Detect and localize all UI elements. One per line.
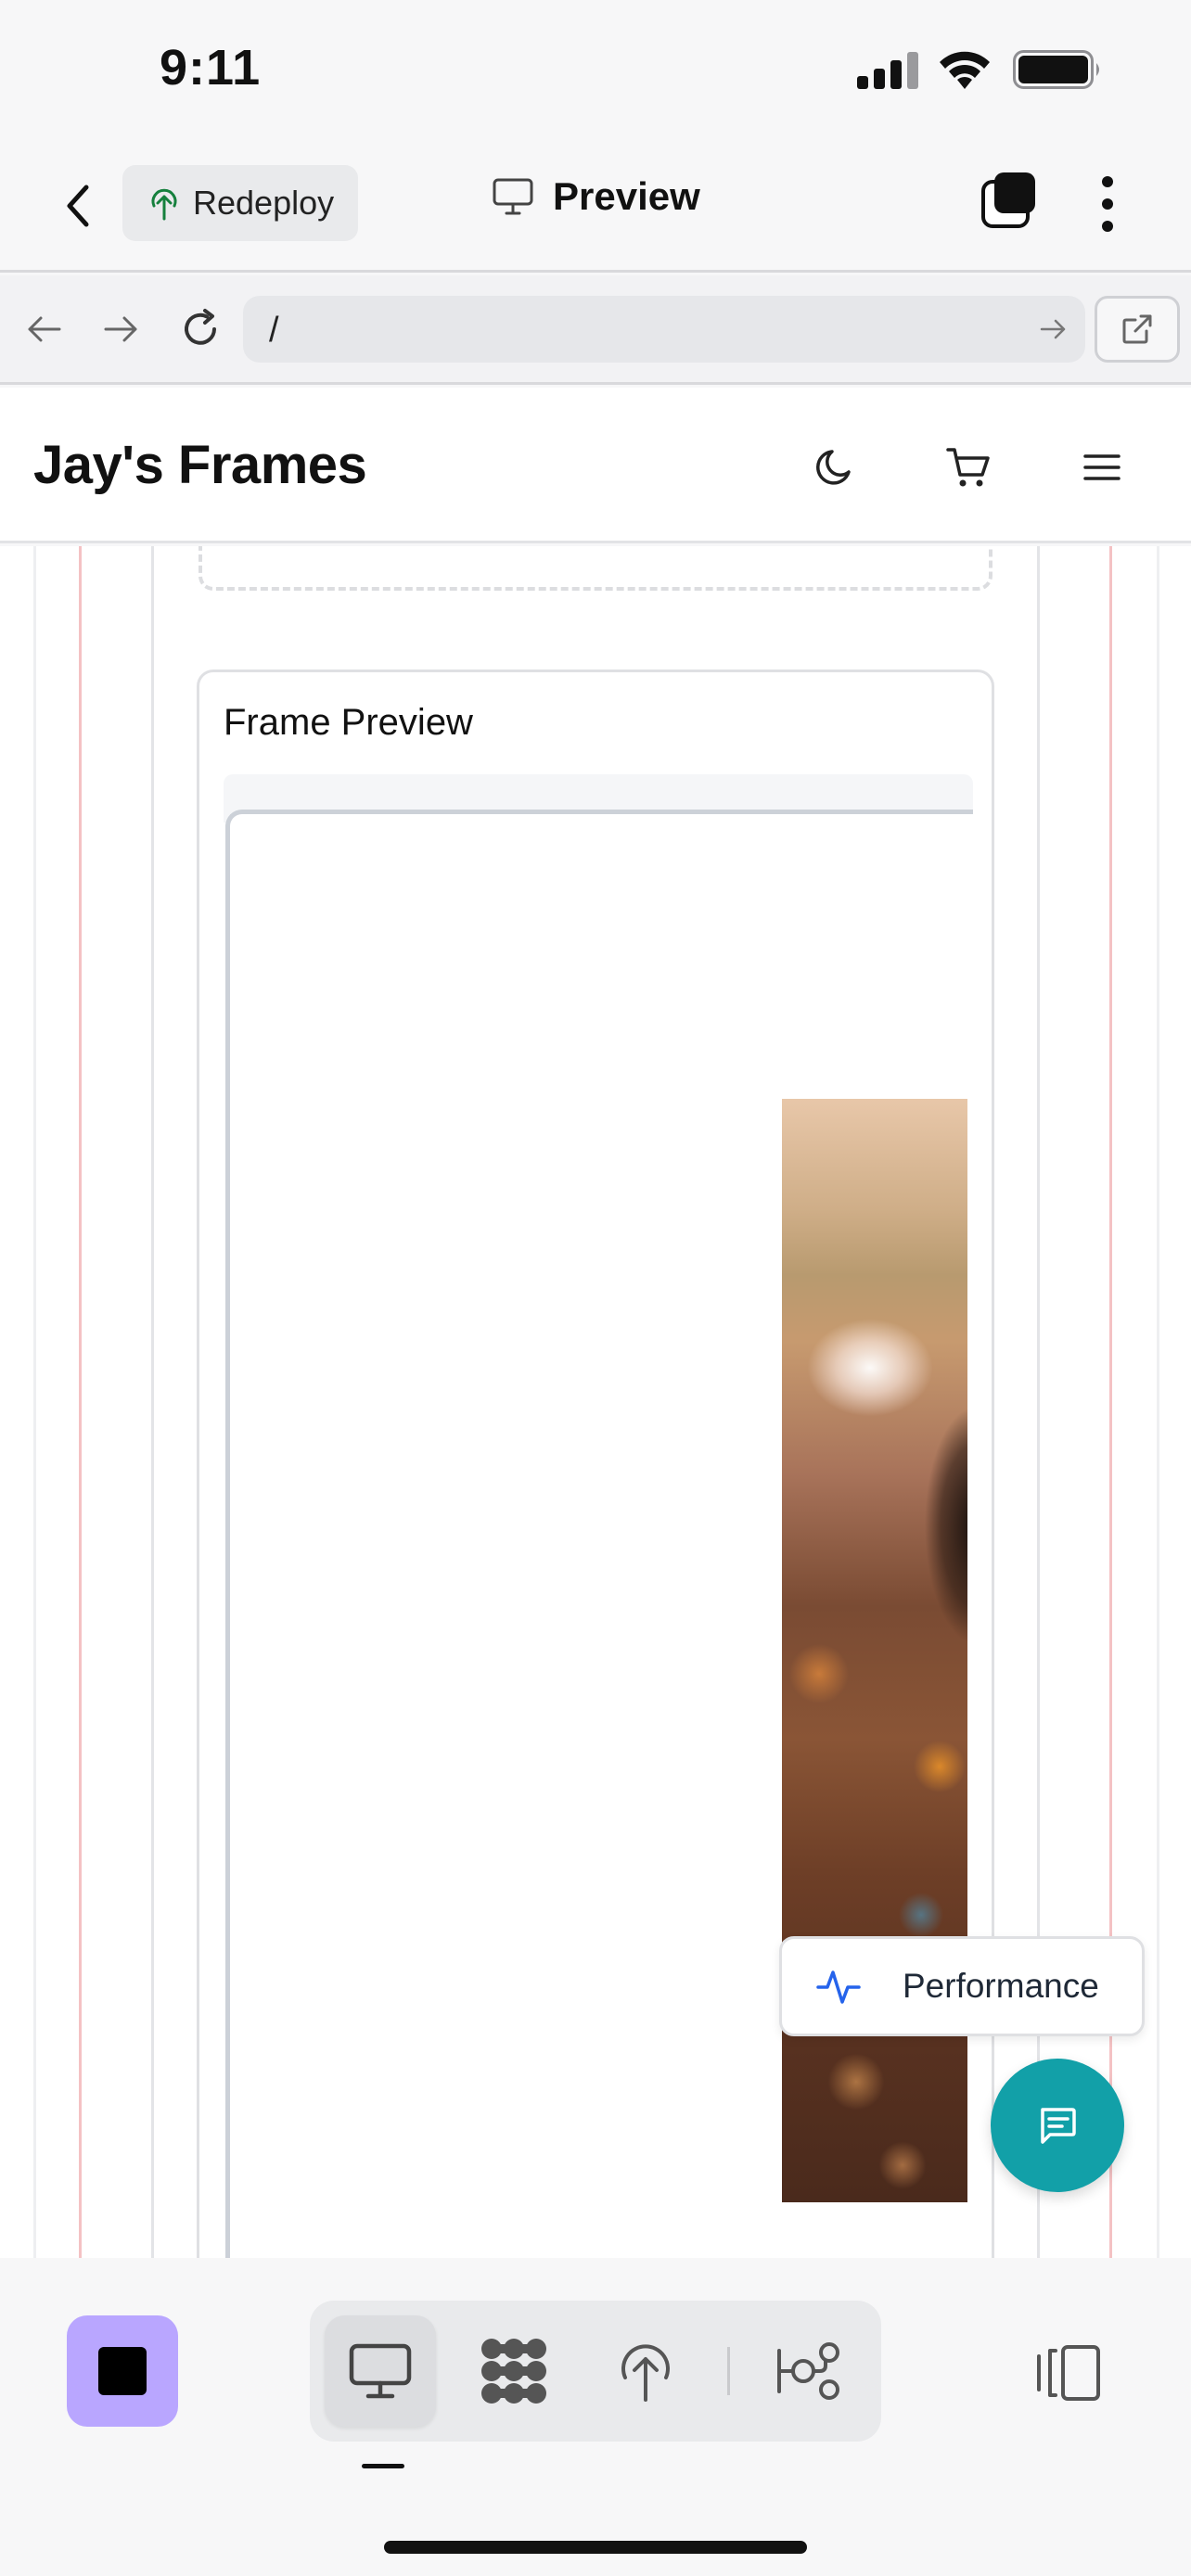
monitor-icon (349, 2343, 412, 2399)
panel-toggle-icon (1037, 2345, 1100, 2401)
chat-icon (1041, 2108, 1076, 2144)
nav-back-button[interactable] (19, 303, 70, 355)
stop-button[interactable] (67, 2315, 178, 2427)
deploy-view-button[interactable] (590, 2315, 701, 2427)
graph-view-button[interactable] (458, 2315, 570, 2427)
desktop-view-button[interactable] (325, 2315, 436, 2427)
artwork-image (782, 1099, 967, 2202)
guide-line (79, 546, 82, 2258)
card-title: Frame Preview (224, 702, 473, 743)
external-link-icon (1122, 314, 1152, 344)
nav-forward-button[interactable] (95, 303, 147, 355)
open-external-button[interactable] (1095, 296, 1180, 363)
cart-button[interactable] (939, 438, 998, 497)
tree-upload-icon (621, 2344, 670, 2402)
wifi-icon (940, 51, 990, 89)
redeploy-button[interactable]: Redeploy (122, 165, 358, 241)
page-title: Preview (553, 174, 700, 218)
reload-icon (185, 309, 216, 345)
more-vertical-icon[interactable] (1091, 171, 1124, 237)
panel-toggle-button[interactable] (1031, 2336, 1106, 2410)
activity-icon (816, 1970, 861, 2004)
cellular-signal-icon (857, 52, 918, 89)
chat-button[interactable] (991, 2059, 1124, 2192)
guide-line (151, 546, 154, 2258)
view-switcher (310, 2301, 881, 2442)
site-header: Jay's Frames (0, 388, 1191, 543)
guide-line (1157, 546, 1159, 2258)
tree-upload-icon (151, 188, 177, 221)
status-bar: 9:11 (0, 0, 1191, 139)
git-flow-icon (777, 2342, 839, 2400)
hamburger-icon (1083, 454, 1121, 480)
theme-toggle-button[interactable] (805, 438, 864, 497)
arrow-left-icon (28, 316, 61, 342)
redeploy-label: Redeploy (193, 184, 335, 222)
tabs-icon[interactable] (980, 171, 1039, 230)
stop-icon (98, 2347, 147, 2395)
url-text: / (269, 311, 279, 350)
guide-line (33, 546, 36, 2258)
menu-button[interactable] (1072, 438, 1132, 497)
bottom-toolbar (0, 2258, 1191, 2576)
status-time: 9:11 (160, 40, 262, 96)
monitor-icon (493, 178, 533, 215)
back-button[interactable] (58, 178, 98, 234)
chevron-left-icon (67, 185, 89, 227)
app-toolbar: Redeploy Preview (0, 139, 1191, 273)
home-indicator (384, 2541, 807, 2554)
dropzone-outline (198, 546, 992, 591)
preview-title: Preview (492, 174, 700, 219)
active-indicator (362, 2464, 404, 2468)
battery-icon (1013, 50, 1099, 89)
url-field[interactable]: / (243, 296, 1085, 363)
site-brand[interactable]: Jay's Frames (33, 434, 367, 496)
nodes-icon (481, 2339, 546, 2404)
performance-label: Performance (903, 1967, 1099, 2005)
arrow-right-icon[interactable] (1039, 311, 1069, 348)
reload-button[interactable] (174, 303, 226, 355)
moon-icon (816, 450, 851, 485)
performance-button[interactable]: Performance (779, 1936, 1145, 2036)
divider (727, 2347, 730, 2395)
browser-nav-bar: / (0, 275, 1191, 385)
flow-view-button[interactable] (753, 2315, 864, 2427)
arrow-right-icon (104, 316, 137, 342)
cart-icon (946, 448, 990, 487)
